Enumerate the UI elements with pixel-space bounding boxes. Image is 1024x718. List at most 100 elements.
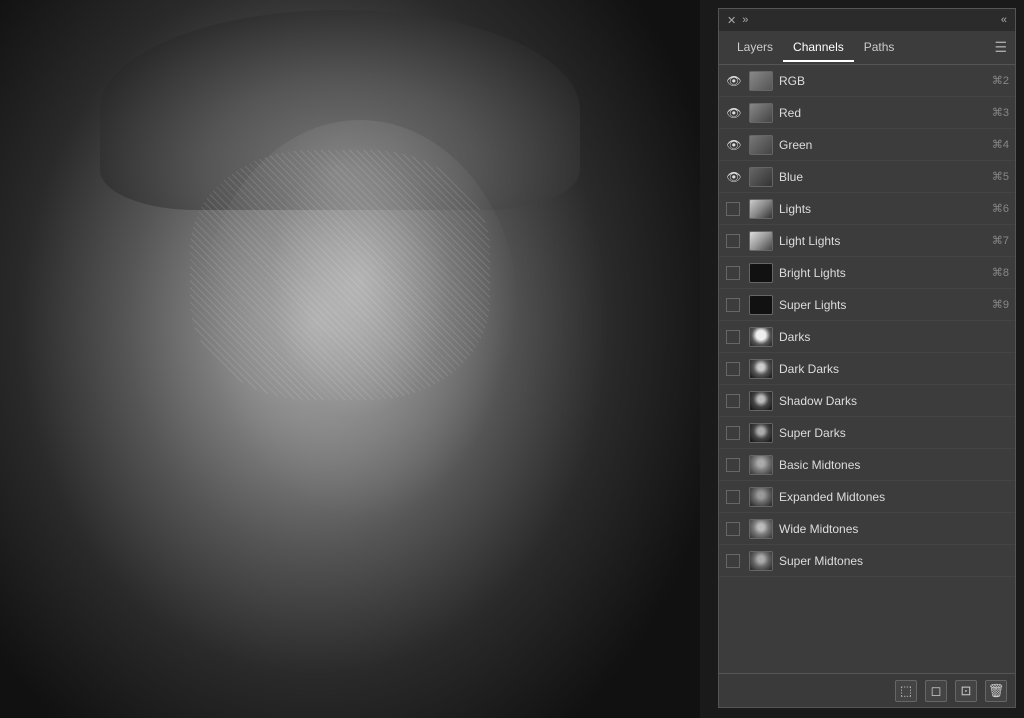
channel-name-basic-midtones: Basic Midtones (779, 458, 1009, 472)
channel-shortcut-light-lights: ⌘7 (992, 234, 1009, 247)
save-selection-button[interactable]: ◻ (925, 680, 947, 702)
panel-menu-icon[interactable]: ☰ (994, 39, 1007, 56)
close-icon[interactable]: ✕ (727, 14, 736, 27)
channel-thumb-blue (749, 167, 773, 187)
channel-checkbox-lights[interactable] (726, 202, 740, 216)
channels-list: 👁RGB⌘2👁Red⌘3👁Green⌘4👁Blue⌘5Lights⌘6Light… (719, 65, 1015, 673)
channel-row-dark-darks[interactable]: Dark Darks (719, 353, 1015, 385)
visibility-eye-super-midtones[interactable] (725, 552, 743, 570)
channel-shortcut-lights: ⌘6 (992, 202, 1009, 215)
channels-panel: ✕ » « Layers Channels Paths ☰ 👁 RGB ⌘2 👁 Red… (718, 8, 1016, 708)
channel-row-super-lights[interactable]: Super Lights ⌘9 (719, 289, 1015, 321)
visibility-eye-red[interactable]: 👁 (725, 104, 743, 122)
channel-row-wide-midtones[interactable]: Wide Midtones (719, 513, 1015, 545)
visibility-eye-darks[interactable] (725, 328, 743, 346)
channel-checkbox-dark-darks[interactable] (726, 362, 740, 376)
channel-row-darks[interactable]: Darks (719, 321, 1015, 353)
channel-row-bright-lights[interactable]: Bright Lights ⌘8 (719, 257, 1015, 289)
channel-checkbox-shadow-darks[interactable] (726, 394, 740, 408)
visibility-eye-green[interactable]: 👁 (725, 136, 743, 154)
channel-thumb-super-darks (749, 423, 773, 443)
visibility-eye-basic-midtones[interactable] (725, 456, 743, 474)
channel-name-expanded-midtones: Expanded Midtones (779, 490, 1009, 504)
tab-paths[interactable]: Paths (854, 34, 905, 62)
channel-thumb-super-lights (749, 295, 773, 315)
channel-row-basic-midtones[interactable]: Basic Midtones (719, 449, 1015, 481)
channel-checkbox-light-lights[interactable] (726, 234, 740, 248)
channel-shortcut-blue: ⌘5 (992, 170, 1009, 183)
visibility-eye-super-lights[interactable] (725, 296, 743, 314)
collapse-right-icon[interactable]: « (1001, 14, 1007, 26)
visibility-eye-expanded-midtones[interactable] (725, 488, 743, 506)
channel-shortcut-rgb: ⌘2 (992, 74, 1009, 87)
channel-thumb-rgb (749, 71, 773, 91)
channel-checkbox-super-midtones[interactable] (726, 554, 740, 568)
channel-row-light-lights[interactable]: Light Lights ⌘7 (719, 225, 1015, 257)
channel-name-green: Green (779, 138, 988, 152)
load-selection-button[interactable]: ⬚ (895, 680, 917, 702)
panel-topbar: ✕ » « (719, 9, 1015, 31)
channel-thumb-red (749, 103, 773, 123)
visibility-eye-bright-lights[interactable] (725, 264, 743, 282)
tab-channels[interactable]: Channels (783, 34, 854, 62)
visibility-eye-dark-darks[interactable] (725, 360, 743, 378)
channel-checkbox-darks[interactable] (726, 330, 740, 344)
channel-name-rgb: RGB (779, 74, 988, 88)
photo-area (0, 0, 700, 718)
channel-row-lights[interactable]: Lights ⌘6 (719, 193, 1015, 225)
channel-thumb-dark-darks (749, 359, 773, 379)
visibility-eye-light-lights[interactable] (725, 232, 743, 250)
bottom-toolbar: ⬚ ◻ ⊡ 🗑 (719, 673, 1015, 707)
channel-name-super-lights: Super Lights (779, 298, 988, 312)
channel-thumb-basic-midtones (749, 455, 773, 475)
channel-checkbox-bright-lights[interactable] (726, 266, 740, 280)
channel-thumb-bright-lights (749, 263, 773, 283)
visibility-eye-shadow-darks[interactable] (725, 392, 743, 410)
channel-row-rgb[interactable]: 👁 RGB ⌘2 (719, 65, 1015, 97)
channel-name-super-midtones: Super Midtones (779, 554, 1009, 568)
visibility-eye-wide-midtones[interactable] (725, 520, 743, 538)
channel-name-wide-midtones: Wide Midtones (779, 522, 1009, 536)
channel-row-super-darks[interactable]: Super Darks (719, 417, 1015, 449)
selection-hatching (190, 150, 490, 400)
channel-row-red[interactable]: 👁 Red ⌘3 (719, 97, 1015, 129)
channel-shortcut-super-lights: ⌘9 (992, 298, 1009, 311)
channel-checkbox-wide-midtones[interactable] (726, 522, 740, 536)
visibility-eye-blue[interactable]: 👁 (725, 168, 743, 186)
channel-name-light-lights: Light Lights (779, 234, 988, 248)
channel-checkbox-basic-midtones[interactable] (726, 458, 740, 472)
channel-row-shadow-darks[interactable]: Shadow Darks (719, 385, 1015, 417)
channel-thumb-lights (749, 199, 773, 219)
channel-thumb-light-lights (749, 231, 773, 251)
channel-row-blue[interactable]: 👁 Blue ⌘5 (719, 161, 1015, 193)
channel-name-dark-darks: Dark Darks (779, 362, 1009, 376)
channel-thumb-wide-midtones (749, 519, 773, 539)
channel-name-red: Red (779, 106, 988, 120)
channel-shortcut-bright-lights: ⌘8 (992, 266, 1009, 279)
channel-row-green[interactable]: 👁 Green ⌘4 (719, 129, 1015, 161)
channel-name-shadow-darks: Shadow Darks (779, 394, 1009, 408)
channel-shortcut-red: ⌘3 (992, 106, 1009, 119)
panel-tabs: Layers Channels Paths ☰ (719, 31, 1015, 65)
visibility-eye-lights[interactable] (725, 200, 743, 218)
channel-thumb-expanded-midtones (749, 487, 773, 507)
visibility-eye-super-darks[interactable] (725, 424, 743, 442)
channel-thumb-super-midtones (749, 551, 773, 571)
channel-row-super-midtones[interactable]: Super Midtones (719, 545, 1015, 577)
visibility-eye-rgb[interactable]: 👁 (725, 72, 743, 90)
channel-thumb-darks (749, 327, 773, 347)
channel-shortcut-green: ⌘4 (992, 138, 1009, 151)
new-channel-button[interactable]: ⊡ (955, 680, 977, 702)
channel-checkbox-expanded-midtones[interactable] (726, 490, 740, 504)
channel-name-darks: Darks (779, 330, 1009, 344)
channel-name-bright-lights: Bright Lights (779, 266, 988, 280)
channel-name-lights: Lights (779, 202, 988, 216)
channel-row-expanded-midtones[interactable]: Expanded Midtones (719, 481, 1015, 513)
channel-checkbox-super-lights[interactable] (726, 298, 740, 312)
channel-name-blue: Blue (779, 170, 988, 184)
expand-icon[interactable]: » (742, 14, 748, 26)
channel-checkbox-super-darks[interactable] (726, 426, 740, 440)
tab-layers[interactable]: Layers (727, 34, 783, 62)
channel-name-super-darks: Super Darks (779, 426, 1009, 440)
delete-channel-button[interactable]: 🗑 (985, 680, 1007, 702)
